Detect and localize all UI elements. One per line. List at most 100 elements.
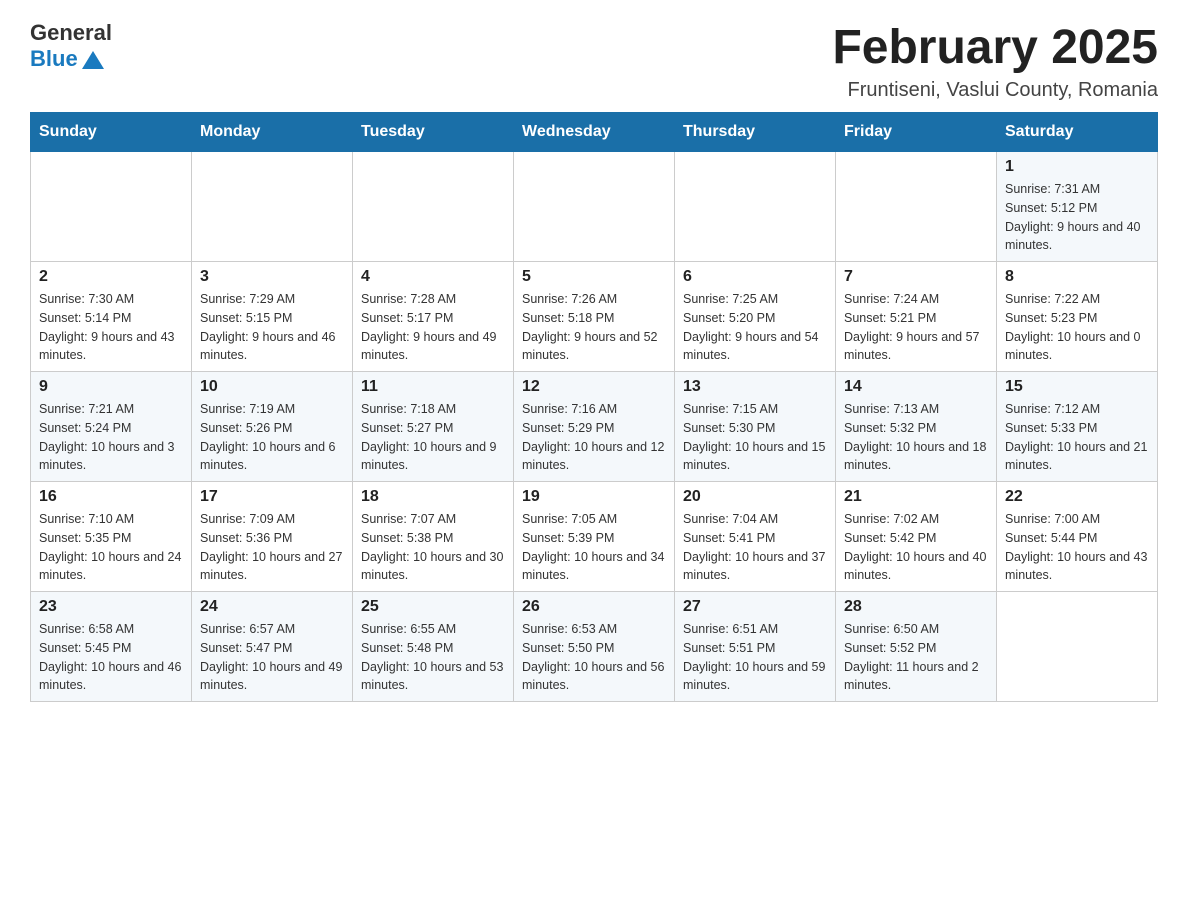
day-cell bbox=[353, 152, 514, 262]
day-info: Sunrise: 7:29 AM Sunset: 5:15 PM Dayligh… bbox=[200, 290, 344, 365]
day-number: 21 bbox=[844, 488, 988, 506]
day-number: 6 bbox=[683, 268, 827, 286]
day-cell: 22 Sunrise: 7:00 AM Sunset: 5:44 PM Dayli… bbox=[997, 482, 1158, 592]
day-info: Sunrise: 7:09 AM Sunset: 5:36 PM Dayligh… bbox=[200, 510, 344, 585]
header-wednesday: Wednesday bbox=[514, 113, 675, 152]
day-cell bbox=[836, 152, 997, 262]
calendar-body: 1Sunrise: 7:31 AM Sunset: 5:12 PM Daylig… bbox=[31, 152, 1158, 702]
day-cell bbox=[192, 152, 353, 262]
page-header: General Blue February 2025 Fruntiseni, V… bbox=[30, 20, 1158, 102]
day-cell bbox=[675, 152, 836, 262]
day-cell: 13Sunrise: 7:15 AM Sunset: 5:30 PM Dayli… bbox=[675, 372, 836, 482]
day-cell: 21 Sunrise: 7:02 AM Sunset: 5:42 PM Dayli… bbox=[836, 482, 997, 592]
logo-general: General bbox=[30, 20, 112, 45]
logo-blue: Blue bbox=[30, 46, 78, 72]
day-info: Sunrise: 7:21 AM Sunset: 5:24 PM Dayligh… bbox=[39, 400, 183, 475]
day-number: 16 bbox=[39, 488, 183, 506]
day-info: Sunrise: 6:53 AM Sunset: 5:50 PM Dayligh… bbox=[522, 620, 666, 695]
day-cell: 18Sunrise: 7:07 AM Sunset: 5:38 PM Dayli… bbox=[353, 482, 514, 592]
day-number: 25 bbox=[361, 598, 505, 616]
day-number: 14 bbox=[844, 378, 988, 396]
day-cell: 27 Sunrise: 6:51 AM Sunset: 5:51 PM Dayli… bbox=[675, 592, 836, 702]
day-cell: 9 Sunrise: 7:21 AM Sunset: 5:24 PM Daylig… bbox=[31, 372, 192, 482]
day-info: Sunrise: 7:16 AM Sunset: 5:29 PM Dayligh… bbox=[522, 400, 666, 475]
header-tuesday: Tuesday bbox=[353, 113, 514, 152]
day-cell: 7 Sunrise: 7:24 AM Sunset: 5:21 PM Daylig… bbox=[836, 262, 997, 372]
day-cell: 1Sunrise: 7:31 AM Sunset: 5:12 PM Daylig… bbox=[997, 152, 1158, 262]
day-number: 10 bbox=[200, 378, 344, 396]
day-info: Sunrise: 6:55 AM Sunset: 5:48 PM Dayligh… bbox=[361, 620, 505, 695]
day-info: Sunrise: 7:04 AM Sunset: 5:41 PM Dayligh… bbox=[683, 510, 827, 585]
week-row-3: 9 Sunrise: 7:21 AM Sunset: 5:24 PM Daylig… bbox=[31, 372, 1158, 482]
day-info: Sunrise: 6:58 AM Sunset: 5:45 PM Dayligh… bbox=[39, 620, 183, 695]
subtitle: Fruntiseni, Vaslui County, Romania bbox=[832, 79, 1158, 102]
day-number: 5 bbox=[522, 268, 666, 286]
logo: General Blue bbox=[30, 20, 112, 72]
day-info: Sunrise: 6:50 AM Sunset: 5:52 PM Dayligh… bbox=[844, 620, 988, 695]
day-info: Sunrise: 7:10 AM Sunset: 5:35 PM Dayligh… bbox=[39, 510, 183, 585]
title-section: February 2025 Fruntiseni, Vaslui County,… bbox=[832, 20, 1158, 102]
header-thursday: Thursday bbox=[675, 113, 836, 152]
day-number: 15 bbox=[1005, 378, 1149, 396]
day-info: Sunrise: 7:15 AM Sunset: 5:30 PM Dayligh… bbox=[683, 400, 827, 475]
day-info: Sunrise: 7:05 AM Sunset: 5:39 PM Dayligh… bbox=[522, 510, 666, 585]
day-number: 28 bbox=[844, 598, 988, 616]
day-cell: 19Sunrise: 7:05 AM Sunset: 5:39 PM Dayli… bbox=[514, 482, 675, 592]
day-info: Sunrise: 7:19 AM Sunset: 5:26 PM Dayligh… bbox=[200, 400, 344, 475]
day-info: Sunrise: 7:22 AM Sunset: 5:23 PM Dayligh… bbox=[1005, 290, 1149, 365]
day-number: 2 bbox=[39, 268, 183, 286]
day-info: Sunrise: 7:24 AM Sunset: 5:21 PM Dayligh… bbox=[844, 290, 988, 365]
day-info: Sunrise: 7:26 AM Sunset: 5:18 PM Dayligh… bbox=[522, 290, 666, 365]
day-info: Sunrise: 7:18 AM Sunset: 5:27 PM Dayligh… bbox=[361, 400, 505, 475]
day-cell: 11 Sunrise: 7:18 AM Sunset: 5:27 PM Dayli… bbox=[353, 372, 514, 482]
header-friday: Friday bbox=[836, 113, 997, 152]
week-row-4: 16 Sunrise: 7:10 AM Sunset: 5:35 PM Dayli… bbox=[31, 482, 1158, 592]
logo-triangle-icon bbox=[82, 51, 104, 69]
day-cell: 6Sunrise: 7:25 AM Sunset: 5:20 PM Daylig… bbox=[675, 262, 836, 372]
day-number: 9 bbox=[39, 378, 183, 396]
day-number: 24 bbox=[200, 598, 344, 616]
day-info: Sunrise: 7:30 AM Sunset: 5:14 PM Dayligh… bbox=[39, 290, 183, 365]
day-number: 20 bbox=[683, 488, 827, 506]
day-number: 7 bbox=[844, 268, 988, 286]
day-info: Sunrise: 7:28 AM Sunset: 5:17 PM Dayligh… bbox=[361, 290, 505, 365]
day-number: 17 bbox=[200, 488, 344, 506]
day-cell: 5 Sunrise: 7:26 AM Sunset: 5:18 PM Daylig… bbox=[514, 262, 675, 372]
day-cell: 10 Sunrise: 7:19 AM Sunset: 5:26 PM Dayli… bbox=[192, 372, 353, 482]
week-row-5: 23Sunrise: 6:58 AM Sunset: 5:45 PM Dayli… bbox=[31, 592, 1158, 702]
day-cell: 3 Sunrise: 7:29 AM Sunset: 5:15 PM Daylig… bbox=[192, 262, 353, 372]
day-info: Sunrise: 7:12 AM Sunset: 5:33 PM Dayligh… bbox=[1005, 400, 1149, 475]
day-cell: 15 Sunrise: 7:12 AM Sunset: 5:33 PM Dayli… bbox=[997, 372, 1158, 482]
header-row: Sunday Monday Tuesday Wednesday Thursday… bbox=[31, 113, 1158, 152]
header-saturday: Saturday bbox=[997, 113, 1158, 152]
day-cell: 4 Sunrise: 7:28 AM Sunset: 5:17 PM Daylig… bbox=[353, 262, 514, 372]
day-cell: 20 Sunrise: 7:04 AM Sunset: 5:41 PM Dayli… bbox=[675, 482, 836, 592]
day-cell: 23Sunrise: 6:58 AM Sunset: 5:45 PM Dayli… bbox=[31, 592, 192, 702]
day-cell: 8 Sunrise: 7:22 AM Sunset: 5:23 PM Daylig… bbox=[997, 262, 1158, 372]
header-sunday: Sunday bbox=[31, 113, 192, 152]
day-number: 4 bbox=[361, 268, 505, 286]
day-info: Sunrise: 7:02 AM Sunset: 5:42 PM Dayligh… bbox=[844, 510, 988, 585]
day-number: 27 bbox=[683, 598, 827, 616]
day-number: 26 bbox=[522, 598, 666, 616]
day-number: 18 bbox=[361, 488, 505, 506]
day-info: Sunrise: 6:51 AM Sunset: 5:51 PM Dayligh… bbox=[683, 620, 827, 695]
day-cell: 26 Sunrise: 6:53 AM Sunset: 5:50 PM Dayli… bbox=[514, 592, 675, 702]
day-number: 22 bbox=[1005, 488, 1149, 506]
day-info: Sunrise: 7:00 AM Sunset: 5:44 PM Dayligh… bbox=[1005, 510, 1149, 585]
day-number: 3 bbox=[200, 268, 344, 286]
logo-text: General Blue bbox=[30, 20, 112, 72]
day-number: 8 bbox=[1005, 268, 1149, 286]
day-cell bbox=[997, 592, 1158, 702]
day-info: Sunrise: 7:13 AM Sunset: 5:32 PM Dayligh… bbox=[844, 400, 988, 475]
week-row-1: 1Sunrise: 7:31 AM Sunset: 5:12 PM Daylig… bbox=[31, 152, 1158, 262]
day-cell: 14 Sunrise: 7:13 AM Sunset: 5:32 PM Dayli… bbox=[836, 372, 997, 482]
day-cell: 16 Sunrise: 7:10 AM Sunset: 5:35 PM Dayli… bbox=[31, 482, 192, 592]
day-cell: 2 Sunrise: 7:30 AM Sunset: 5:14 PM Daylig… bbox=[31, 262, 192, 372]
day-cell: 25 Sunrise: 6:55 AM Sunset: 5:48 PM Dayli… bbox=[353, 592, 514, 702]
day-cell: 24 Sunrise: 6:57 AM Sunset: 5:47 PM Dayli… bbox=[192, 592, 353, 702]
day-cell bbox=[514, 152, 675, 262]
day-info: Sunrise: 6:57 AM Sunset: 5:47 PM Dayligh… bbox=[200, 620, 344, 695]
day-number: 11 bbox=[361, 378, 505, 396]
header-monday: Monday bbox=[192, 113, 353, 152]
